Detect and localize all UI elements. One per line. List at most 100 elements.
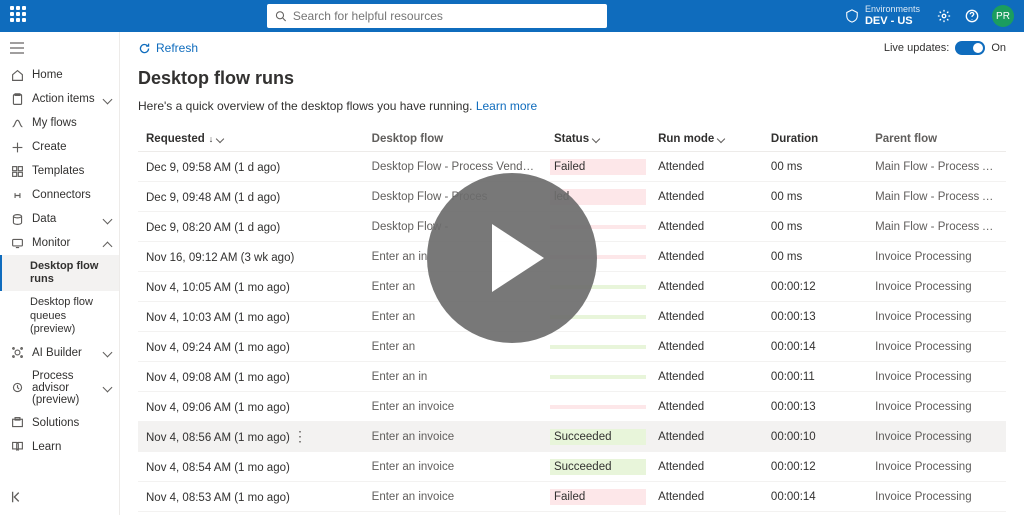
cell-run-mode: Attended (650, 482, 763, 512)
cell-status: Failed (546, 152, 650, 182)
settings-icon[interactable] (936, 8, 952, 24)
search-input[interactable] (293, 9, 600, 23)
chevron-down-icon (216, 135, 224, 143)
data-icon (10, 212, 24, 226)
plus-icon (10, 140, 24, 154)
cell-requested: Nov 4, 09:24 AM (1 mo ago) ⋮ (138, 332, 364, 362)
cell-status: Succeeded (546, 422, 650, 452)
sidebar-sub-desktop-flow-runs[interactable]: Desktop flow runs (0, 255, 119, 291)
cell-status: Failed (546, 512, 650, 515)
sidebar-item-solutions[interactable]: Solutions (0, 411, 119, 435)
cell-run-mode: Attended (650, 182, 763, 212)
cell-desktop-flow: Enter an invoice (364, 392, 546, 422)
sidebar-item-connectors[interactable]: Connectors (0, 183, 119, 207)
search-box[interactable] (267, 4, 607, 28)
table-row[interactable]: Nov 4, 08:54 AM (1 mo ago) ⋮Enter an inv… (138, 452, 1006, 482)
table-row[interactable]: Nov 4, 09:24 AM (1 mo ago) ⋮Enter anAtte… (138, 332, 1006, 362)
learn-more-link[interactable]: Learn more (476, 99, 537, 113)
cell-duration: 00:00:10 (763, 512, 867, 515)
cell-duration: 00 ms (763, 182, 867, 212)
sidebar-item-action-items[interactable]: Action items (0, 87, 119, 111)
chevron-down-icon (717, 135, 725, 143)
sidebar-item-label: Templates (32, 165, 84, 177)
sidebar-sub-desktop-flow-queues[interactable]: Desktop flow queues (preview) (0, 291, 119, 341)
home-icon (10, 68, 24, 82)
sidebar-item-data[interactable]: Data (0, 207, 119, 231)
video-play-button[interactable] (427, 173, 597, 343)
cell-requested: Nov 4, 10:03 AM (1 mo ago) ⋮ (138, 302, 364, 332)
column-status[interactable]: Status (546, 127, 650, 152)
search-icon (275, 10, 286, 22)
cell-parent-flow: Invoice Processing (867, 362, 1006, 392)
cell-parent-flow: Invoice Processing (867, 452, 1006, 482)
refresh-button[interactable]: Refresh (138, 41, 198, 55)
sidebar-item-label: My flows (32, 117, 77, 129)
cell-run-mode: Attended (650, 152, 763, 182)
sidebar-item-label: Learn (32, 441, 61, 453)
refresh-icon (138, 42, 151, 55)
runs-table: Requested↓ Desktop flow Status Run mode … (138, 127, 1006, 515)
help-icon[interactable] (964, 8, 980, 24)
column-run-mode[interactable]: Run mode (650, 127, 763, 152)
column-requested[interactable]: Requested↓ (138, 127, 364, 152)
cell-status: Failed (546, 482, 650, 512)
table-row[interactable]: Nov 4, 08:49 AM (1 mo ago) ⋮Enter an inv… (138, 512, 1006, 515)
cell-requested: Nov 4, 08:54 AM (1 mo ago) ⋮ (138, 452, 364, 482)
column-desktop-flow[interactable]: Desktop flow (364, 127, 546, 152)
cell-parent-flow: Invoice Processing (867, 302, 1006, 332)
sidebar-item-learn[interactable]: Learn (0, 435, 119, 459)
sidebar-item-monitor[interactable]: Monitor (0, 231, 119, 255)
environment-picker[interactable]: Environments DEV - US (845, 5, 920, 27)
cell-parent-flow: Main Flow - Process AI Builder Docu... (867, 182, 1006, 212)
table-row[interactable]: Nov 4, 09:08 AM (1 mo ago) ⋮Enter an inA… (138, 362, 1006, 392)
cell-run-mode: Attended (650, 422, 763, 452)
cell-requested: Dec 9, 09:48 AM (1 d ago) ⋮ (138, 182, 364, 212)
avatar[interactable]: PR (992, 5, 1014, 27)
row-more-icon[interactable]: ⋮ (293, 428, 314, 444)
cell-requested: Nov 16, 09:12 AM (3 wk ago) ⋮ (138, 242, 364, 272)
sidebar-item-create[interactable]: Create (0, 135, 119, 159)
cell-duration: 00:00:13 (763, 302, 867, 332)
nav-toggle-icon[interactable] (0, 36, 119, 63)
cell-run-mode: Attended (650, 392, 763, 422)
sidebar-item-process-advisor[interactable]: Process advisor (preview) (0, 365, 119, 411)
app-launcher-icon[interactable] (10, 6, 30, 26)
cell-run-mode: Attended (650, 362, 763, 392)
sidebar-item-label: Solutions (32, 417, 79, 429)
table-row[interactable]: Nov 4, 08:56 AM (1 mo ago) ⋮Enter an inv… (138, 422, 1006, 452)
cell-requested: Dec 9, 09:58 AM (1 d ago) ⋮ (138, 152, 364, 182)
environment-name: DEV - US (865, 15, 920, 27)
cell-duration: 00:00:14 (763, 482, 867, 512)
cell-parent-flow: Invoice Processing (867, 332, 1006, 362)
sidebar-item-ai-builder[interactable]: AI Builder (0, 341, 119, 365)
cell-requested: Nov 4, 08:53 AM (1 mo ago) ⋮ (138, 482, 364, 512)
cell-duration: 00:00:11 (763, 362, 867, 392)
cell-run-mode: Attended (650, 512, 763, 515)
cell-requested: Nov 4, 09:06 AM (1 mo ago) ⋮ (138, 392, 364, 422)
cell-parent-flow: Invoice Processing (867, 422, 1006, 452)
cell-run-mode: Attended (650, 302, 763, 332)
environment-icon (845, 9, 859, 23)
monitor-icon (10, 236, 24, 250)
chevron-down-icon (592, 135, 600, 143)
live-updates-toggle[interactable] (955, 41, 985, 55)
cell-duration: 00 ms (763, 242, 867, 272)
table-row[interactable]: Nov 4, 09:06 AM (1 mo ago) ⋮Enter an inv… (138, 392, 1006, 422)
column-duration[interactable]: Duration (763, 127, 867, 152)
sidebar-collapse-icon[interactable] (0, 482, 119, 515)
cell-parent-flow: Invoice Processing (867, 512, 1006, 515)
sidebar-item-label: Action items (32, 93, 95, 105)
cell-desktop-flow: Enter an invoice (364, 422, 546, 452)
cell-parent-flow: Invoice Processing (867, 482, 1006, 512)
column-parent-flow[interactable]: Parent flow (867, 127, 1006, 152)
sidebar-item-templates[interactable]: Templates (0, 159, 119, 183)
page-subtitle: Here's a quick overview of the desktop f… (138, 99, 1006, 113)
sidebar-item-home[interactable]: Home (0, 63, 119, 87)
cell-run-mode: Attended (650, 332, 763, 362)
table-row[interactable]: Nov 4, 08:53 AM (1 mo ago) ⋮Enter an inv… (138, 482, 1006, 512)
cell-desktop-flow: Enter an invoice (364, 512, 546, 515)
live-updates-state: On (991, 42, 1006, 54)
sidebar: Home Action items My flows Create Templa… (0, 32, 120, 515)
sidebar-item-my-flows[interactable]: My flows (0, 111, 119, 135)
table-row[interactable]: Dec 9, 09:58 AM (1 d ago) ⋮Desktop Flow … (138, 152, 1006, 182)
